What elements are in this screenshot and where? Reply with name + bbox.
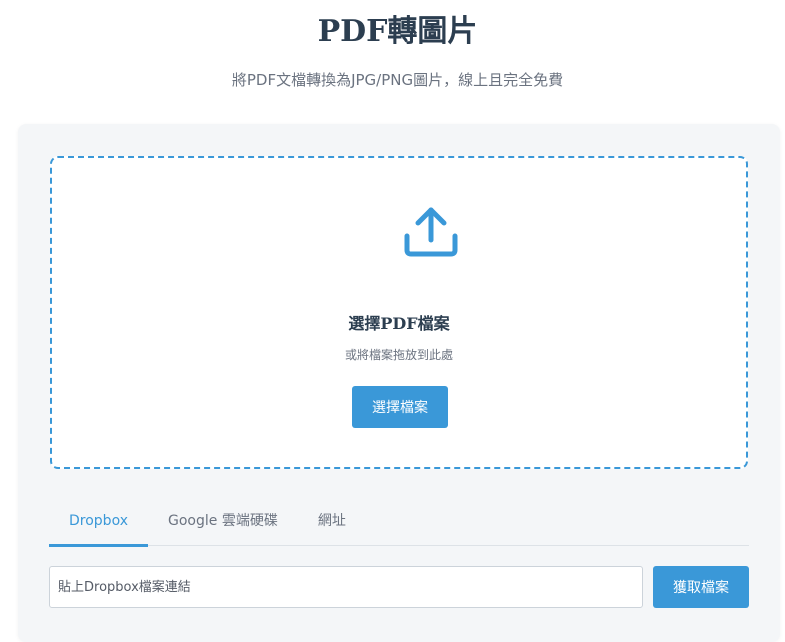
fetch-file-button[interactable]: 獲取檔案 [653, 566, 749, 608]
upload-icon [404, 207, 458, 257]
dropzone-hint: 或將檔案拖放到此處 [344, 348, 453, 362]
tab-dropbox[interactable]: Dropbox [49, 500, 148, 547]
file-link-input[interactable] [49, 566, 643, 608]
file-dropzone[interactable]: 選擇PDF檔案 或將檔案拖放到此處 選擇檔案 [50, 156, 748, 469]
tab-url[interactable]: 網址 [298, 500, 366, 546]
page: PDF轉圖片 將PDF文檔轉換為JPG/PNG圖片，線上且完全免費 選擇PDF檔… [0, 0, 785, 642]
source-tabs: Dropbox Google 雲端硬碟 網址 [49, 500, 749, 547]
page-title: PDF轉圖片 [317, 14, 478, 49]
tab-google-drive[interactable]: Google 雲端硬碟 [148, 500, 298, 546]
choose-file-button[interactable]: 選擇檔案 [352, 386, 448, 428]
dropzone-title: 選擇PDF檔案 [348, 314, 450, 333]
page-subtitle: 將PDF文檔轉換為JPG/PNG圖片，線上且完全免費 [231, 71, 564, 89]
